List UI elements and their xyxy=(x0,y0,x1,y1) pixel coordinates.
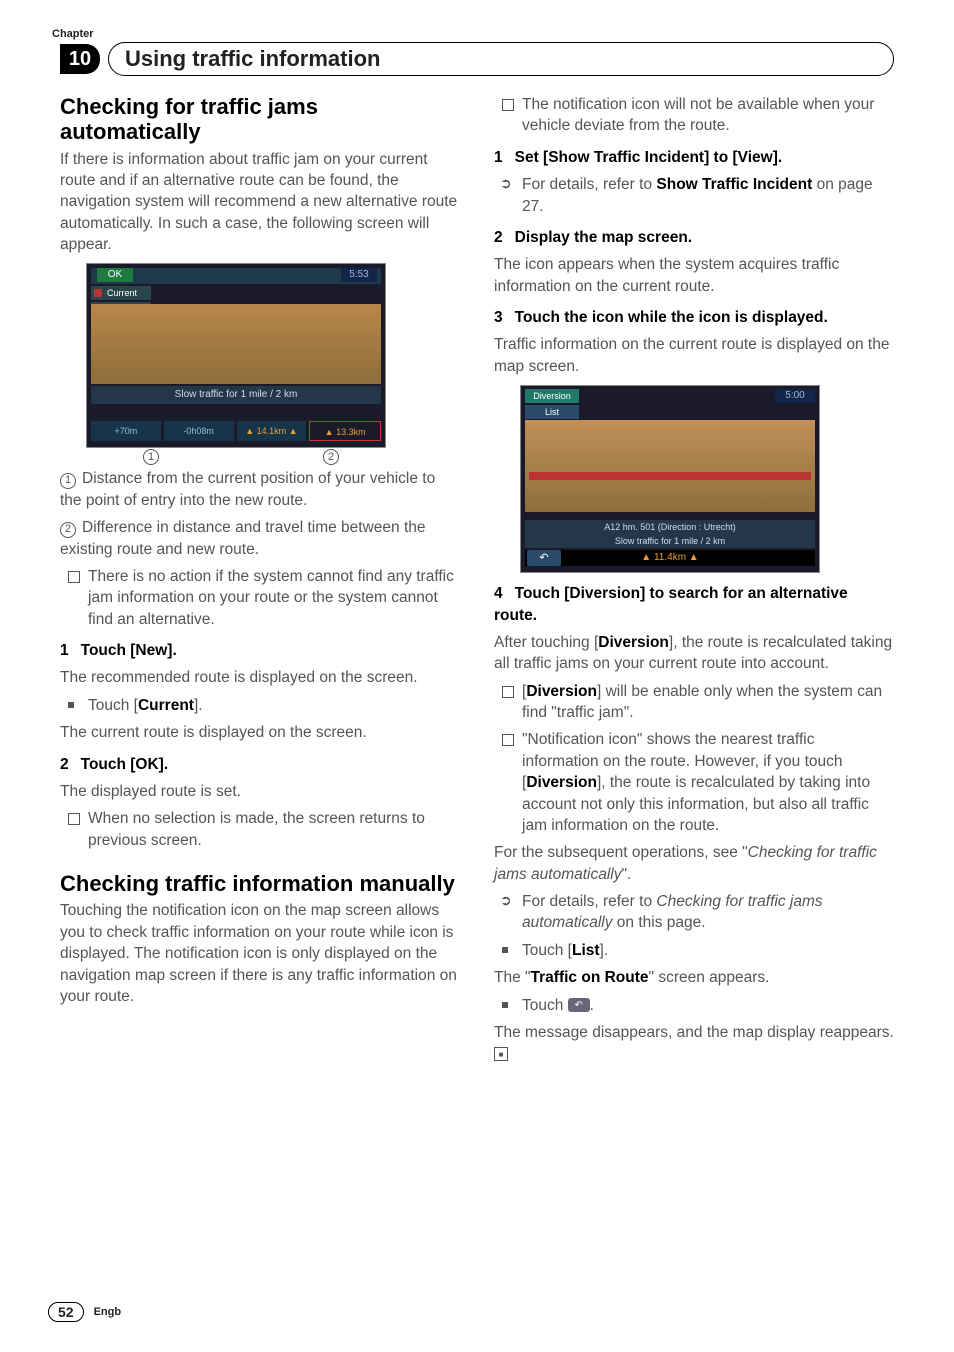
callout-1: 1Distance from the current position of y… xyxy=(60,468,460,511)
rstep-4-note2: "Notification icon" shows the nearest tr… xyxy=(494,729,894,836)
ref-auto: For details, refer to Checking for traff… xyxy=(494,891,894,934)
intro-paragraph: If there is information about traffic ja… xyxy=(60,149,460,256)
touch-back: Touch ↶. xyxy=(494,995,894,1016)
rstep-3-head: 3Touch the icon while the icon is displa… xyxy=(494,307,894,328)
note-deviate: The notification icon will not be availa… xyxy=(494,94,894,137)
ss1-delta-time: -0h08m xyxy=(164,421,234,441)
ss1-map-area xyxy=(91,304,381,384)
ss2-back-btn: ↶ xyxy=(527,550,561,566)
rstep-2-head: 2Display the map screen. xyxy=(494,227,894,248)
step-1-sub: Touch [Current]. xyxy=(60,695,460,716)
page-footer: 52 Engb xyxy=(48,1302,121,1322)
rstep-4-head: 4Touch [Diversion] to search for an alte… xyxy=(494,583,894,626)
msg-disappears: The message disappears, and the map disp… xyxy=(494,1022,894,1065)
ss2-map-area xyxy=(525,420,815,512)
section-heading-manual: Checking traffic information manually xyxy=(60,871,460,896)
rstep-1-head: 1Set [Show Traffic Incident] to [View]. xyxy=(494,147,894,168)
ss2-distance: ▲ 11.4km ▲ xyxy=(525,550,815,566)
callout-2-marker: 2 xyxy=(323,449,339,465)
chapter-label: Chapter xyxy=(52,28,94,40)
ss2-road-info: A12 hm. 501 (Direction : Utrecht) xyxy=(525,520,815,534)
screenshot-diversion: Diversion List 5:00 A12 hm. 501 (Directi… xyxy=(520,385,820,573)
chapter-header: 10 Using traffic information xyxy=(60,30,894,76)
manual-paragraph: Touching the notification icon on the ma… xyxy=(60,900,460,1007)
page-number: 52 xyxy=(48,1302,84,1322)
ss1-traffic-message: Slow traffic for 1 mile / 2 km xyxy=(91,386,381,404)
rstep-2-body: The icon appears when the system acquire… xyxy=(494,254,894,297)
rstep-1-ref: For details, refer to Show Traffic Incid… xyxy=(494,174,894,217)
back-icon: ↶ xyxy=(568,998,590,1012)
ss1-ok-button: OK xyxy=(97,268,133,282)
touch-list: Touch [List]. xyxy=(494,940,894,961)
step-1-body: The recommended route is displayed on th… xyxy=(60,667,460,688)
ss2-list-btn: List xyxy=(525,405,579,419)
ss1-current-pill: Current xyxy=(91,286,151,300)
rstep-3-body: Traffic information on the current route… xyxy=(494,334,894,377)
chapter-title: Using traffic information xyxy=(108,42,894,76)
note-no-action: There is no action if the system cannot … xyxy=(60,566,460,630)
ss1-new-dist: ▲ 13.3km xyxy=(309,421,381,441)
chapter-number-badge: 10 xyxy=(60,44,100,74)
end-section-icon: ■ xyxy=(494,1047,508,1061)
step-2-body: The displayed route is set. xyxy=(60,781,460,802)
step-1-body2: The current route is displayed on the sc… xyxy=(60,722,460,743)
right-column: The notification icon will not be availa… xyxy=(494,94,894,1071)
section-heading-auto: Checking for traffic jams automatically xyxy=(60,94,460,145)
step-2-note: When no selection is made, the screen re… xyxy=(60,808,460,851)
ss1-clock: 5:53 xyxy=(341,268,377,282)
ss2-clock: 5:00 xyxy=(775,389,815,403)
ss1-delta-dist: +70m xyxy=(91,421,161,441)
traffic-on-route: The "Traffic on Route" screen appears. xyxy=(494,967,894,988)
ss1-current-dist: ▲ 14.1km ▲ xyxy=(237,421,307,441)
language-code: Engb xyxy=(94,1306,122,1318)
screenshot-new-route: OK 5:53 Current New Slow traffic for 1 m… xyxy=(86,263,386,448)
left-column: Checking for traffic jams automatically … xyxy=(60,94,460,1071)
ss2-traffic-msg: Slow traffic for 1 mile / 2 km xyxy=(525,534,815,548)
rstep-4-note1: [Diversion] will be enable only when the… xyxy=(494,681,894,724)
ss2-diversion-btn: Diversion xyxy=(525,389,579,403)
callout-1-marker: 1 xyxy=(143,449,159,465)
step-1-head: 1Touch [New]. xyxy=(60,640,460,661)
callout-2: 2Difference in distance and travel time … xyxy=(60,517,460,560)
subsequent-ops: For the subsequent operations, see "Chec… xyxy=(494,842,894,885)
rstep-4-body: After touching [Diversion], the route is… xyxy=(494,632,894,675)
step-2-head: 2Touch [OK]. xyxy=(60,754,460,775)
